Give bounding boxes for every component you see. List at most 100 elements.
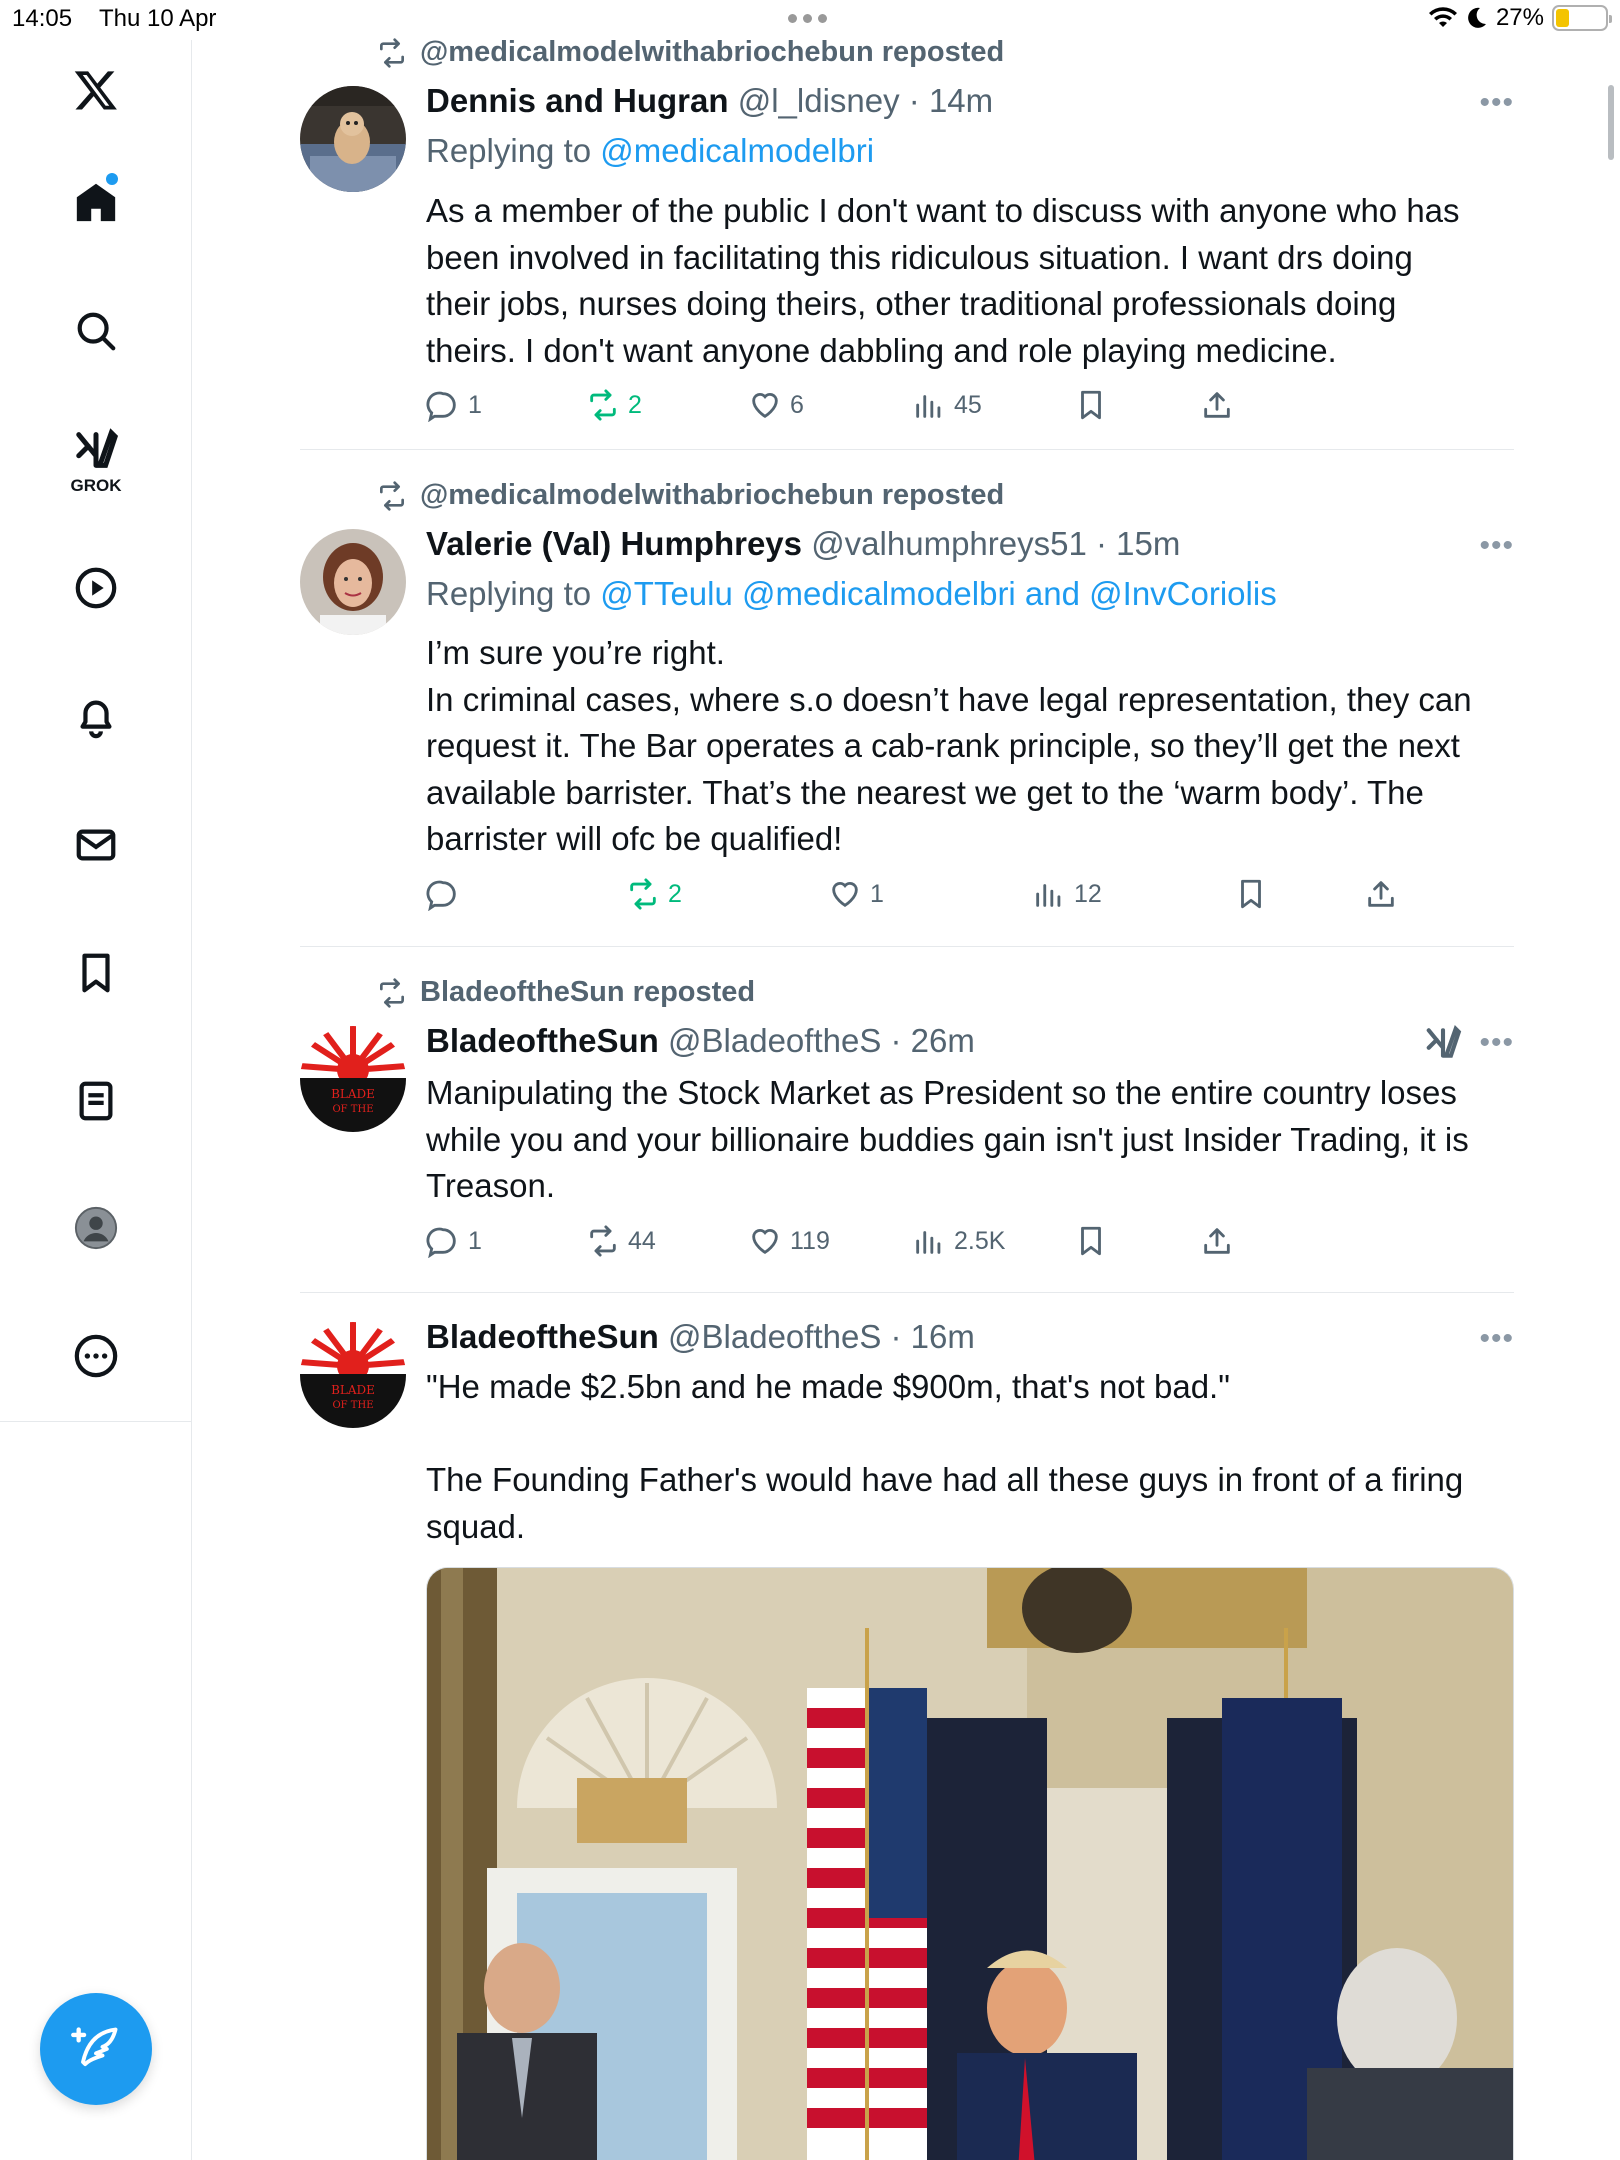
svg-text:OF THE: OF THE: [332, 1400, 373, 1411]
views-button[interactable]: 12: [1032, 877, 1102, 911]
share-button[interactable]: [1200, 388, 1234, 422]
compose-icon: [71, 2027, 118, 2067]
views-count: 12: [1074, 879, 1102, 908]
reply-button[interactable]: 1: [426, 388, 482, 422]
battery-percent: 27%: [1495, 4, 1544, 31]
views-count: 45: [954, 390, 982, 419]
grok-icon[interactable]: [66, 420, 126, 480]
reply-button[interactable]: 1: [426, 1224, 482, 1258]
bookmark-icon: [1081, 390, 1101, 420]
scrollbar[interactable]: [1608, 85, 1614, 160]
reply-icon: [426, 880, 456, 911]
status-date: Thu 10 Apr: [99, 5, 217, 32]
reply-mention[interactable]: @medicalmodelbri: [600, 132, 874, 169]
avatar[interactable]: [300, 86, 406, 192]
views-button[interactable]: 2.5K: [912, 1224, 1005, 1258]
bookmark-icon: [1081, 1226, 1101, 1256]
x-logo-icon[interactable]: [66, 60, 126, 120]
post-divider: [300, 1292, 1514, 1293]
like-button[interactable]: 6: [748, 388, 804, 422]
status-time: 14:05: [12, 5, 73, 32]
author-handle[interactable]: @BladeoftheS: [668, 1022, 881, 1059]
like-count: 6: [790, 390, 804, 419]
notification-dot: [106, 173, 118, 185]
post-text: "He made $2.5bn and he made $900m, that'…: [426, 1368, 1464, 1545]
battery-icon: [1552, 5, 1612, 31]
views-button[interactable]: 45: [912, 388, 982, 422]
author-handle[interactable]: @BladeoftheS: [668, 1318, 881, 1355]
reply-context: Replying to @medicalmodelbri: [426, 132, 874, 170]
mail-icon[interactable]: [66, 815, 126, 875]
reply-icon: [426, 1227, 456, 1258]
repost-button[interactable]: 2: [586, 388, 642, 422]
bookmark-button[interactable]: [1074, 388, 1108, 422]
reply-mention[interactable]: @TTeulu @medicalmodelbri and @InvCorioli…: [600, 575, 1276, 612]
share-icon: [1204, 392, 1230, 418]
more-options-icon[interactable]: •••: [1479, 1322, 1514, 1356]
share-button[interactable]: [1364, 877, 1398, 911]
author-name[interactable]: Dennis and Hugran: [426, 82, 729, 119]
moon-icon: [1468, 7, 1486, 28]
compose-button[interactable]: [40, 1993, 152, 2105]
video-thumbnail: [427, 1568, 1513, 2160]
repost-icon: [380, 37, 404, 68]
lists-icon[interactable]: [66, 1071, 126, 1131]
views-count: 2.5K: [954, 1226, 1006, 1255]
like-count: 1: [870, 879, 884, 908]
reply-count: 1: [468, 1226, 482, 1255]
video-icon[interactable]: [66, 558, 126, 618]
author-handle[interactable]: @l_ldisney: [738, 82, 900, 119]
reply-prefix: Replying to: [426, 132, 592, 169]
bookmark-button[interactable]: [1074, 1224, 1108, 1258]
multitasking-dots-icon[interactable]: [788, 14, 827, 23]
views-icon: [916, 1231, 941, 1254]
repost-button[interactable]: 2: [626, 877, 682, 911]
status-bar: 14:05 Thu 10 Apr 27%: [0, 0, 1620, 40]
avatar[interactable]: BLADE OF THE: [300, 1026, 406, 1132]
share-button[interactable]: [1200, 1224, 1234, 1258]
more-icon[interactable]: [66, 1326, 126, 1386]
post-actions: 1 44 119 2.5K: [426, 1224, 1426, 1264]
author-handle[interactable]: @valhumphreys51: [811, 525, 1087, 562]
repost-count: 2: [628, 390, 642, 419]
heart-icon: [832, 882, 858, 908]
post-time: · 14m: [908, 82, 994, 119]
svg-text:OF THE: OF THE: [332, 1104, 373, 1115]
reply-button[interactable]: [426, 877, 468, 911]
more-options-icon[interactable]: •••: [1479, 1026, 1514, 1060]
bookmark-icon[interactable]: [66, 943, 126, 1003]
profile-icon[interactable]: [66, 1198, 126, 1258]
more-options-icon[interactable]: •••: [1479, 86, 1514, 120]
author-name[interactable]: BladeoftheSun: [426, 1022, 659, 1059]
post-header: Valerie (Val) Humphreys @valhumphreys51 …: [426, 525, 1180, 563]
post-header: Dennis and Hugran @l_ldisney · 14m: [426, 82, 993, 120]
search-icon[interactable]: [66, 301, 126, 361]
author-name[interactable]: BladeoftheSun: [426, 1318, 659, 1355]
post-media-video[interactable]: [426, 1567, 1514, 2160]
post-header: BladeoftheSun @BladeoftheS · 16m: [426, 1318, 975, 1356]
reply-prefix: Replying to: [426, 575, 592, 612]
repost-icon: [630, 878, 656, 910]
reply-context: Replying to @TTeulu @medicalmodelbri and…: [426, 575, 1277, 613]
repost-count: 2: [668, 879, 682, 908]
like-button[interactable]: 119: [748, 1224, 830, 1258]
avatar[interactable]: [300, 529, 406, 635]
grok-icon[interactable]: [1424, 1024, 1462, 1067]
repost-button[interactable]: 44: [586, 1224, 656, 1258]
repost-icon: [380, 977, 404, 1008]
post-time: · 26m: [890, 1022, 975, 1059]
repost-indicator: @medicalmodelwithabriochebun reposted: [376, 479, 1004, 512]
wifi-icon: [1428, 7, 1457, 27]
more-options-icon[interactable]: •••: [1479, 529, 1514, 563]
repost-label: @medicalmodelwithabriochebun reposted: [420, 36, 1005, 68]
avatar[interactable]: BLADE OF THE: [300, 1322, 406, 1428]
post-time: · 16m: [890, 1318, 975, 1355]
like-button[interactable]: 1: [828, 877, 884, 911]
author-name[interactable]: Valerie (Val) Humphreys: [426, 525, 802, 562]
repost-indicator: BladeoftheSun reposted: [376, 976, 755, 1009]
post-actions: 2 1 12: [426, 877, 1426, 917]
bell-icon[interactable]: [66, 687, 126, 747]
bookmark-button[interactable]: [1234, 877, 1268, 911]
share-icon: [1368, 881, 1394, 907]
grok-label: GROK: [70, 476, 122, 495]
